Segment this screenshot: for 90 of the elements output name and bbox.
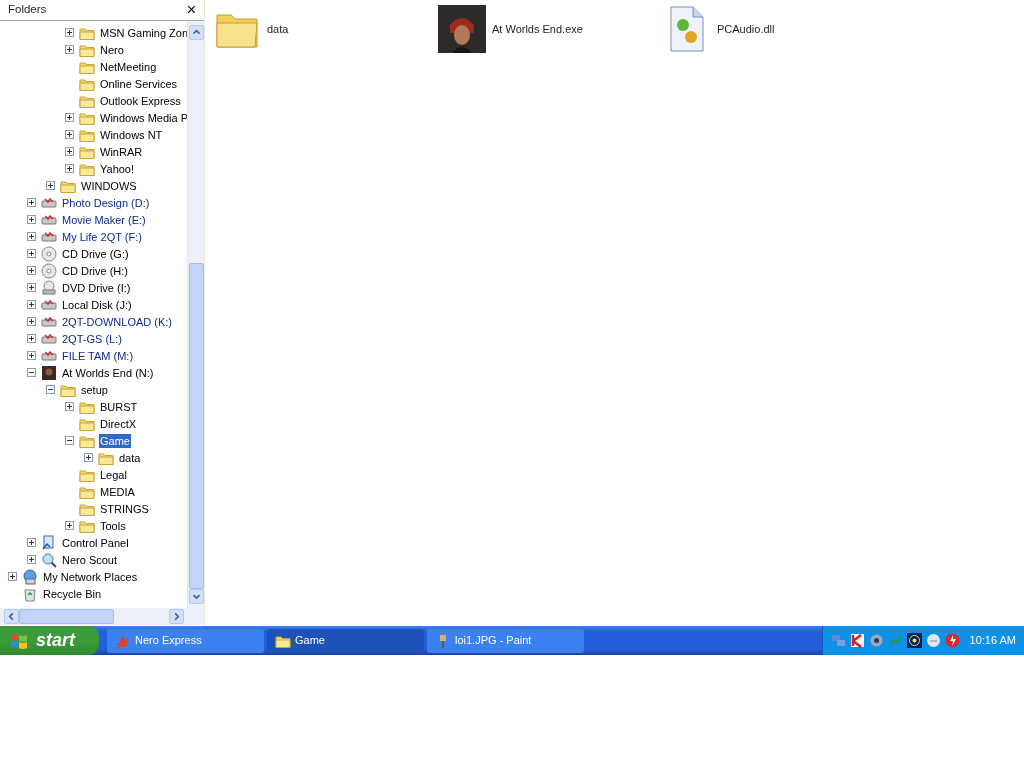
close-button[interactable]: ×: [184, 2, 198, 18]
shield-icon[interactable]: [849, 633, 865, 648]
tree-item[interactable]: My Life 2QT (F:): [61, 229, 143, 244]
tree-item[interactable]: CD Drive (G:): [61, 246, 130, 261]
magnifier-icon: [41, 551, 57, 568]
tree-item[interactable]: Tools: [99, 518, 127, 533]
tree-item[interactable]: FILE TAM (M:): [61, 348, 135, 363]
expand-icon[interactable]: [8, 572, 17, 581]
expand-icon[interactable]: [27, 300, 36, 309]
tree-item[interactable]: Windows Media P: [99, 110, 190, 125]
tree-item[interactable]: Local Disk (J:): [61, 297, 133, 312]
expand-icon[interactable]: [65, 45, 74, 54]
pane-title: Folders: [8, 2, 47, 18]
taskbar-button[interactable]: Game: [267, 628, 424, 653]
picture-icon[interactable]: [438, 5, 486, 53]
tree-item[interactable]: 2QT-GS (L:): [61, 331, 123, 346]
scroll-thumb[interactable]: [19, 609, 114, 624]
expand-icon[interactable]: [65, 164, 74, 173]
tree-item[interactable]: Legal: [99, 467, 128, 482]
scroll-left-icon[interactable]: [4, 609, 19, 624]
tree-item[interactable]: MSN Gaming Zon: [99, 25, 190, 40]
tree-item[interactable]: Movie Maker (E:): [61, 212, 147, 227]
disc-icon: [41, 262, 57, 279]
expand-icon[interactable]: [65, 402, 74, 411]
clock: 10:16 AM: [969, 633, 1016, 649]
tree-item[interactable]: Game: [99, 433, 131, 448]
expand-icon[interactable]: [27, 266, 36, 275]
disc-icon: [41, 245, 57, 262]
expand-icon[interactable]: [46, 181, 55, 190]
collapse-icon[interactable]: [46, 385, 55, 394]
scroll-right-icon[interactable]: [169, 609, 184, 624]
network-icon: [22, 568, 38, 585]
tree-item[interactable]: DVD Drive (I:): [61, 280, 132, 295]
tree-item[interactable]: Photo Design (D:): [61, 195, 151, 210]
tree-item[interactable]: STRINGS: [99, 501, 150, 516]
expand-icon[interactable]: [84, 453, 93, 462]
expand-icon[interactable]: [27, 215, 36, 224]
dvd-drive-icon: [41, 279, 57, 296]
tree-item[interactable]: Outlook Express: [99, 93, 182, 108]
expand-icon[interactable]: [27, 198, 36, 207]
tree-item[interactable]: Online Services: [99, 76, 179, 91]
speaker-icon[interactable]: [868, 633, 884, 648]
file-name[interactable]: PCAudio.dll: [717, 20, 775, 38]
scroll-thumb[interactable]: [188, 262, 204, 590]
scroll-down-icon[interactable]: [188, 589, 204, 604]
expand-icon[interactable]: [27, 249, 36, 258]
tree-item[interactable]: At Worlds End (N:): [61, 365, 155, 380]
tree-item[interactable]: CD Drive (H:): [61, 263, 129, 278]
tree-item[interactable]: BURST: [99, 399, 139, 414]
taskbar-button[interactable]: loi1.JPG - Paint: [427, 628, 584, 653]
tree-item[interactable]: My Network Places: [42, 569, 139, 584]
expand-icon[interactable]: [65, 113, 74, 122]
start-button[interactable]: start: [0, 626, 99, 655]
expand-icon[interactable]: [27, 334, 36, 343]
flash-icon[interactable]: [944, 633, 960, 648]
tree-item[interactable]: Yahoo!: [99, 161, 136, 176]
file-name[interactable]: At Worlds End.exe: [492, 20, 583, 38]
tree-item[interactable]: Control Panel: [61, 535, 130, 550]
expand-icon[interactable]: [27, 351, 36, 360]
tree-item[interactable]: data: [118, 450, 142, 465]
expand-icon[interactable]: [27, 232, 36, 241]
collapse-icon[interactable]: [65, 436, 74, 445]
tree-item[interactable]: DirectX: [99, 416, 138, 431]
tree-item[interactable]: WINDOWS: [80, 178, 138, 193]
tree-item[interactable]: Nero Scout: [61, 552, 119, 567]
picture-icon: [41, 364, 57, 381]
expand-icon[interactable]: [27, 555, 36, 564]
expand-icon[interactable]: [65, 521, 74, 530]
tree-item[interactable]: WinRAR: [99, 144, 144, 159]
expand-icon[interactable]: [27, 538, 36, 547]
tree-item[interactable]: Windows NT: [99, 127, 164, 142]
file-name[interactable]: data: [267, 20, 289, 38]
vertical-scrollbar[interactable]: [187, 21, 204, 608]
scroll-up-icon[interactable]: [188, 25, 204, 40]
tree-item[interactable]: Recycle Bin: [42, 586, 103, 601]
expand-icon[interactable]: [27, 283, 36, 292]
tree-item[interactable]: MEDIA: [99, 484, 136, 499]
windows-logo-icon: [10, 631, 28, 650]
expand-icon[interactable]: [65, 147, 74, 156]
tree-item[interactable]: Nero: [99, 42, 125, 57]
tree-item[interactable]: setup: [80, 382, 109, 397]
expand-icon[interactable]: [65, 130, 74, 139]
collapse-icon[interactable]: [27, 368, 36, 377]
horizontal-scrollbar[interactable]: [0, 608, 204, 625]
wireless-icon[interactable]: [906, 633, 922, 648]
tree-item[interactable]: NetMeeting: [99, 59, 158, 74]
tree-item[interactable]: 2QT-DOWNLOAD (K:): [61, 314, 173, 329]
expand-icon[interactable]: [65, 28, 74, 37]
taskbar-button[interactable]: Nero Express: [107, 628, 264, 653]
expand-icon[interactable]: [27, 317, 36, 326]
